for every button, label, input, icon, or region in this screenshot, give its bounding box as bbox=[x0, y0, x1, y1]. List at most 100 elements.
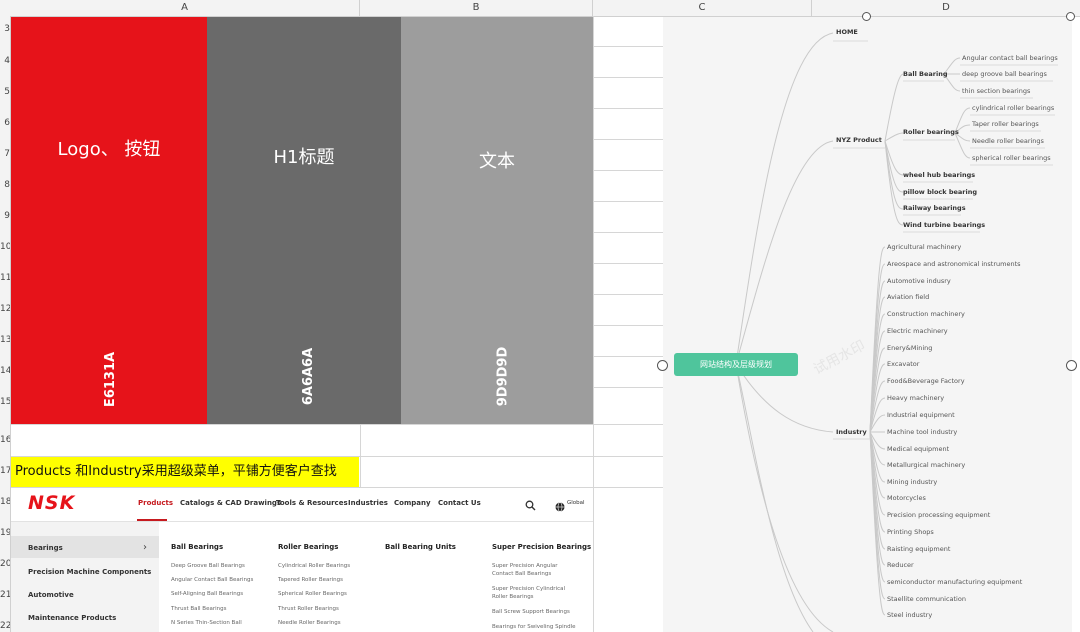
mindmap-node[interactable]: Heavy machinery bbox=[887, 394, 944, 402]
menu-heading-ball[interactable]: Ball Bearings bbox=[171, 543, 223, 551]
row-number[interactable]: 4 bbox=[0, 56, 10, 66]
sidebar-item-maintenance[interactable]: Maintenance Products bbox=[28, 614, 116, 622]
mindmap-node-roller-bearings[interactable]: Roller bearings bbox=[903, 128, 959, 136]
mindmap-node-nyz-product[interactable]: NYZ Product bbox=[836, 136, 882, 144]
mindmap-node[interactable]: Electric machinery bbox=[887, 327, 948, 335]
menu-link[interactable]: Cylindrical Roller Bearings bbox=[278, 562, 350, 570]
mindmap-node[interactable]: Metallurgical machinery bbox=[887, 461, 965, 469]
mindmap-node[interactable]: Mining industry bbox=[887, 478, 937, 486]
menu-link[interactable]: Angular Contact Ball Bearings bbox=[171, 576, 253, 584]
row-number[interactable]: 17 bbox=[0, 466, 10, 476]
menu-link[interactable]: Thrust Ball Bearings bbox=[171, 605, 226, 613]
mindmap-node[interactable]: Machine tool industry bbox=[887, 428, 957, 436]
menu-link[interactable]: Bearings for Swiveling Spindle bbox=[492, 623, 576, 631]
mindmap-node[interactable]: Printing Shops bbox=[887, 528, 934, 536]
row-number[interactable]: 15 bbox=[0, 397, 10, 407]
mindmap-node[interactable]: Railway bearings bbox=[903, 204, 966, 212]
menu-link[interactable]: Contact Ball Bearings bbox=[492, 570, 551, 578]
mindmap-node[interactable]: Medical equipment bbox=[887, 445, 949, 453]
row-number[interactable]: 10 bbox=[0, 242, 10, 252]
resize-handle-left[interactable] bbox=[657, 360, 668, 371]
menu-link[interactable]: Ball Screw Support Bearings bbox=[492, 608, 570, 616]
resize-handle-top-right[interactable] bbox=[1066, 12, 1075, 21]
resize-handle-top[interactable] bbox=[862, 12, 871, 21]
mindmap-node[interactable]: Reducer bbox=[887, 561, 914, 569]
menu-heading-units[interactable]: Ball Bearing Units bbox=[385, 543, 456, 551]
mindmap-node[interactable]: Areospace and astronomical instruments bbox=[887, 260, 1021, 268]
row-number[interactable]: 19 bbox=[0, 528, 10, 538]
menu-link[interactable]: N Series Thin-Section Ball bbox=[171, 619, 242, 627]
menu-heading-roller[interactable]: Roller Bearings bbox=[278, 543, 338, 551]
menu-link[interactable]: Super Precision Cylindrical bbox=[492, 585, 565, 593]
mindmap-node[interactable]: Steel industry bbox=[887, 611, 932, 619]
mindmap-node[interactable]: Raisting equipment bbox=[887, 545, 950, 553]
global-label[interactable]: Global bbox=[567, 500, 585, 506]
row-number[interactable]: 14 bbox=[0, 366, 10, 376]
mindmap-node[interactable]: semiconductor manufacturing equipment bbox=[887, 578, 1022, 586]
row-number[interactable]: 20 bbox=[0, 559, 10, 569]
row-number[interactable]: 22 bbox=[0, 621, 10, 631]
mindmap-node[interactable]: Enery&Mining bbox=[887, 344, 932, 352]
mindmap-node[interactable]: Motorcycles bbox=[887, 494, 926, 502]
nav-industries[interactable]: Industries bbox=[348, 499, 388, 507]
search-icon[interactable] bbox=[525, 496, 536, 515]
mindmap-node[interactable]: Precision processing equipment bbox=[887, 511, 990, 519]
mindmap-node[interactable]: thin section bearings bbox=[962, 87, 1030, 95]
menu-link[interactable]: Thrust Roller Bearings bbox=[278, 605, 339, 613]
mindmap-node[interactable]: Industrial equipment bbox=[887, 411, 955, 419]
mindmap-node[interactable]: Staellite communication bbox=[887, 595, 966, 603]
mindmap-node-industry[interactable]: Industry bbox=[836, 428, 867, 436]
row-number[interactable]: 18 bbox=[0, 497, 10, 507]
mindmap-root-node[interactable]: 网站结构及层级规划 bbox=[674, 353, 798, 376]
nav-contact[interactable]: Contact Us bbox=[438, 499, 481, 507]
mindmap-node[interactable]: spherical roller bearings bbox=[972, 154, 1051, 162]
nav-tools[interactable]: Tools & Resources bbox=[276, 499, 348, 507]
nav-company[interactable]: Company bbox=[394, 499, 431, 507]
menu-link[interactable]: Deep Groove Ball Bearings bbox=[171, 562, 245, 570]
row-number[interactable]: 21 bbox=[0, 590, 10, 600]
column-header-c[interactable]: C bbox=[593, 0, 812, 16]
mindmap-node[interactable]: Excavator bbox=[887, 360, 919, 368]
mindmap-node[interactable]: pillow block bearing bbox=[903, 188, 977, 196]
menu-link[interactable]: Spherical Roller Bearings bbox=[278, 590, 347, 598]
nsk-logo[interactable]: NSK bbox=[28, 492, 75, 514]
mindmap-node-home[interactable]: HOME bbox=[836, 28, 858, 36]
mindmap-node[interactable]: Angular contact ball bearings bbox=[962, 54, 1058, 62]
mindmap-node[interactable]: wheel hub bearings bbox=[903, 171, 975, 179]
row-number[interactable]: 6 bbox=[0, 118, 10, 128]
row-number[interactable]: 5 bbox=[0, 87, 10, 97]
row-number[interactable]: 12 bbox=[0, 304, 10, 314]
menu-link[interactable]: Self-Aligning Ball Bearings bbox=[171, 590, 243, 598]
mindmap-node[interactable]: Construction machinery bbox=[887, 310, 965, 318]
menu-link[interactable]: Needle Roller Bearings bbox=[278, 619, 341, 627]
globe-icon[interactable] bbox=[555, 497, 565, 516]
column-header-b[interactable]: B bbox=[360, 0, 593, 16]
mindmap-node-ball-bearing[interactable]: Ball Bearing bbox=[903, 70, 948, 78]
row-number[interactable]: 9 bbox=[0, 211, 10, 221]
row-number[interactable]: 7 bbox=[0, 149, 10, 159]
row-number[interactable]: 11 bbox=[0, 273, 10, 283]
mindmap-node[interactable]: Taper roller bearings bbox=[972, 120, 1039, 128]
row-number[interactable]: 16 bbox=[0, 435, 10, 445]
column-header-a[interactable]: A bbox=[10, 0, 360, 16]
mindmap-node[interactable]: Agricultural machinery bbox=[887, 243, 961, 251]
sidebar-item-bearings[interactable]: Bearings bbox=[28, 544, 63, 552]
mindmap-node[interactable]: Wind turbine bearings bbox=[903, 221, 985, 229]
resize-handle-right[interactable] bbox=[1066, 360, 1077, 371]
column-header-d[interactable]: D bbox=[812, 0, 1080, 16]
mindmap-node[interactable]: Needle roller bearings bbox=[972, 137, 1044, 145]
menu-heading-super[interactable]: Super Precision Bearings bbox=[492, 543, 591, 551]
sidebar-item-automotive[interactable]: Automotive bbox=[28, 591, 74, 599]
menu-link[interactable]: Roller Bearings bbox=[492, 593, 534, 601]
mindmap-node[interactable]: cylindrical roller bearings bbox=[972, 104, 1054, 112]
nav-catalogs[interactable]: Catalogs & CAD Drawings bbox=[180, 499, 281, 507]
mindmap-node[interactable]: deep groove ball bearings bbox=[962, 70, 1047, 78]
row-number[interactable]: 3 bbox=[0, 24, 10, 34]
mindmap-node[interactable]: Automotive indusry bbox=[887, 277, 951, 285]
mindmap-canvas[interactable]: 网站结构及层级规划 试用水印 HOME NYZ Product Ball Bea… bbox=[663, 17, 1072, 632]
note-cell[interactable]: Products 和Industry采用超级菜单，平铺方便客户查找 bbox=[11, 457, 359, 487]
menu-link[interactable]: Tapered Roller Bearings bbox=[278, 576, 343, 584]
row-number[interactable]: 8 bbox=[0, 180, 10, 190]
sidebar-item-precision[interactable]: Precision Machine Components bbox=[28, 568, 151, 576]
menu-link[interactable]: Super Precision Angular bbox=[492, 562, 558, 570]
